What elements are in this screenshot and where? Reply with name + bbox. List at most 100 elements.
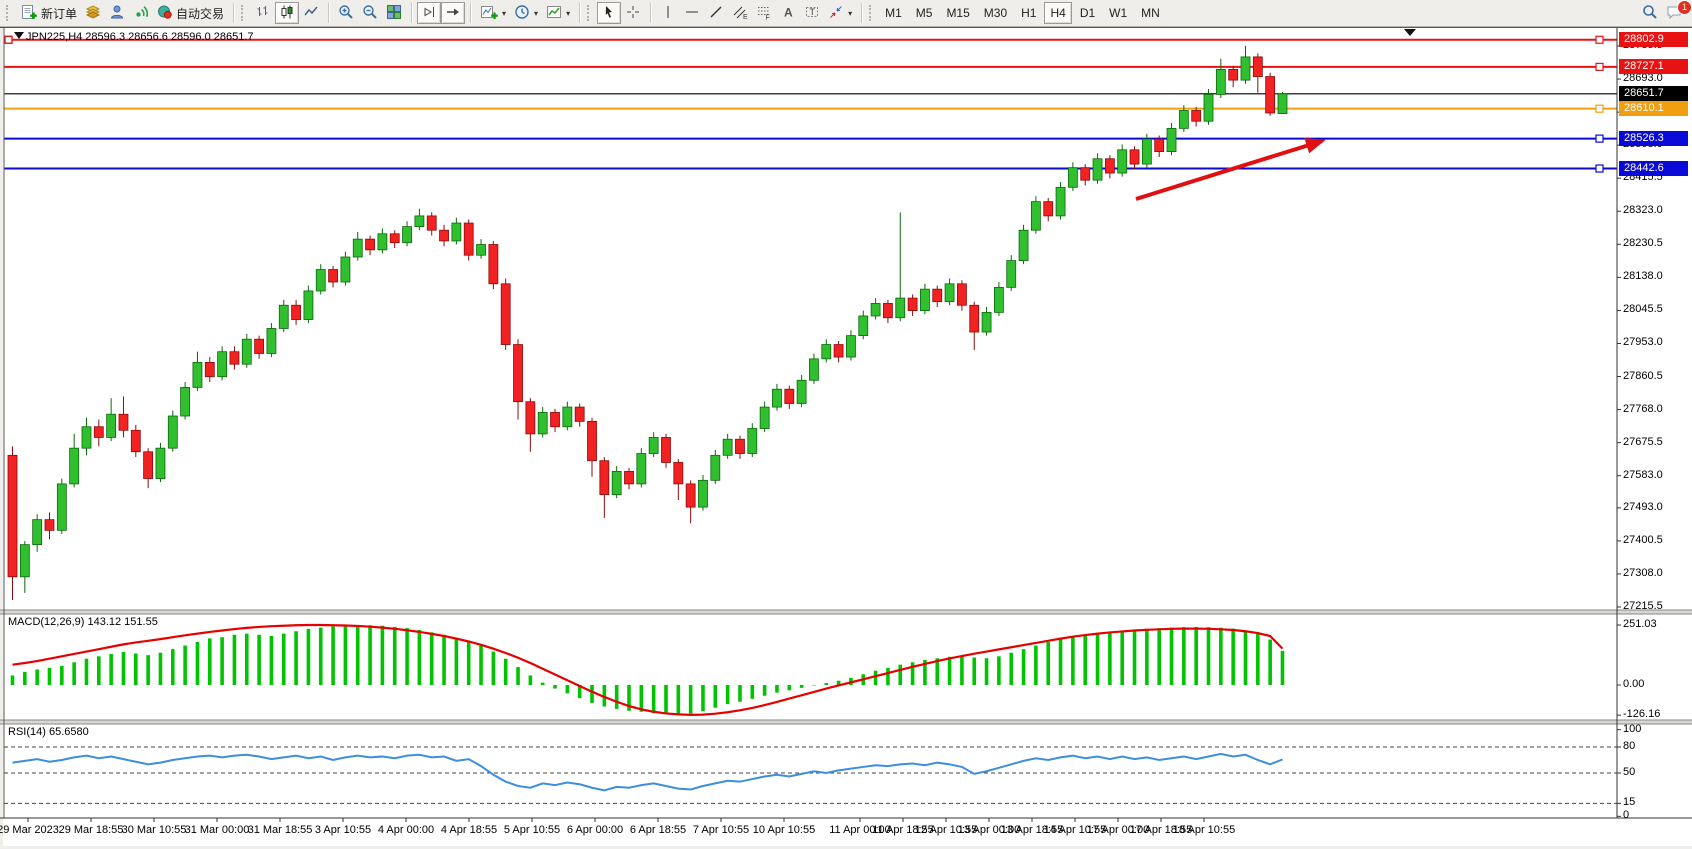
chevron-down-icon: ▾ — [534, 9, 538, 18]
new-order-button[interactable]: 新订单 — [16, 2, 81, 24]
profile-button[interactable] — [105, 2, 129, 24]
templates-button[interactable]: ▾ — [542, 2, 574, 24]
time-axis-label: 4 Apr 00:00 — [378, 824, 434, 836]
timeframe-m5-button[interactable]: M5 — [910, 2, 939, 24]
periods-button[interactable]: ▾ — [510, 2, 542, 24]
clock-icon — [514, 4, 530, 23]
toolbar-grip[interactable] — [869, 5, 875, 21]
timeframe-d1-button[interactable]: D1 — [1074, 2, 1101, 24]
notification-badge: 1 — [1677, 0, 1692, 15]
text-tool-button[interactable]: A — [776, 2, 800, 24]
toolbar-separator — [470, 3, 471, 23]
zoom-out-button[interactable] — [358, 2, 382, 24]
zoom-in-button[interactable] — [334, 2, 358, 24]
chevron-down-icon: ▾ — [502, 9, 506, 18]
auto-trading-button[interactable]: 自动交易 — [153, 2, 228, 24]
time-axis-label: 29 Mar 18:55 — [59, 824, 124, 836]
trendline-icon — [708, 4, 724, 23]
time-axis-label: 4 Apr 18:55 — [441, 824, 497, 836]
arrows-icon — [828, 4, 844, 23]
toolbar-grip[interactable] — [241, 5, 247, 21]
rsi-label: RSI(14) 65.6580 — [8, 726, 89, 738]
price-tick-label: 27400.5 — [1623, 534, 1663, 546]
macd-label: MACD(12,26,9) 143.12 151.55 — [8, 616, 158, 628]
text-label-tool-button[interactable]: T — [800, 2, 824, 24]
price-tick-label: 28138.0 — [1623, 270, 1663, 282]
channel-icon: E — [732, 4, 748, 23]
timeframe-m15-button[interactable]: M15 — [940, 2, 975, 24]
time-axis-label: 29 Mar 2023 — [0, 824, 59, 836]
chevron-down-icon: ▾ — [566, 9, 570, 18]
add-indicator-icon — [480, 4, 498, 23]
bar-chart-type-button[interactable] — [251, 2, 275, 24]
gold-layers-icon — [85, 4, 101, 23]
timeframe-m1-button[interactable]: M1 — [879, 2, 908, 24]
toolbar-separator — [579, 3, 580, 23]
price-tick-label: 27860.5 — [1623, 370, 1663, 382]
timeframe-m30-button[interactable]: M30 — [978, 2, 1013, 24]
price-tick-label: 27675.5 — [1623, 436, 1663, 448]
arrows-tool-button[interactable]: ▾ — [824, 2, 856, 24]
fibonacci-tool-button[interactable]: F — [752, 2, 776, 24]
zoom-in-icon — [338, 4, 354, 23]
timeframe-group: M1M5M15M30H1H4D1W1MN — [879, 2, 1166, 24]
hline-price-badge: 28442.6 — [1619, 161, 1688, 176]
svg-text:E: E — [743, 14, 748, 20]
auto-scroll-button[interactable] — [441, 2, 465, 24]
hline-price-badge: 28727.1 — [1619, 59, 1688, 74]
trading-terminal-window: 新订单 自动交易 — [0, 0, 1692, 849]
main-toolbar: 新订单 自动交易 — [0, 0, 1692, 27]
auto-trading-label: 自动交易 — [176, 5, 224, 22]
crosshair-tool-button[interactable] — [621, 2, 645, 24]
current-price-badge: 28651.7 — [1619, 86, 1688, 101]
time-axis-label: 3 Apr 10:55 — [315, 824, 371, 836]
price-tick-label: 27583.0 — [1623, 469, 1663, 481]
timeframe-mn-button[interactable]: MN — [1135, 2, 1166, 24]
cursor-tool-button[interactable] — [597, 2, 621, 24]
price-tick-label: 27215.5 — [1623, 600, 1663, 612]
candlestick-type-button[interactable] — [275, 2, 299, 24]
timeframe-h1-button[interactable]: H1 — [1015, 2, 1042, 24]
signals-button[interactable] — [129, 2, 153, 24]
hline-price-badge: 28610.1 — [1619, 101, 1688, 116]
trendline-tool-button[interactable] — [704, 2, 728, 24]
notifications-button[interactable]: 1 — [1662, 2, 1688, 24]
zoom-out-icon — [362, 4, 378, 23]
add-indicator-button[interactable]: ▾ — [476, 2, 510, 24]
toolbar-separator — [650, 3, 651, 23]
signal-waves-icon — [133, 4, 149, 23]
toolbar-separator — [328, 3, 329, 23]
vertical-line-tool-button[interactable] — [656, 2, 680, 24]
search-button[interactable] — [1638, 2, 1662, 24]
time-axis-label: 31 Mar 18:55 — [248, 824, 313, 836]
toolbar-grip[interactable] — [6, 5, 12, 21]
timeframe-h4-button[interactable]: H4 — [1044, 2, 1071, 24]
line-chart-type-button[interactable] — [299, 2, 323, 24]
vertical-line-icon — [660, 4, 676, 23]
time-axis-label: 30 Mar 10:55 — [122, 824, 187, 836]
price-tick-label: 27308.0 — [1623, 567, 1663, 579]
toolbar-grip[interactable] — [587, 5, 593, 21]
svg-text:A: A — [784, 5, 793, 19]
fibonacci-icon: F — [756, 4, 772, 23]
horizontal-line-tool-button[interactable] — [680, 2, 704, 24]
new-order-icon — [20, 4, 38, 23]
horizontal-line-icon — [684, 4, 700, 23]
time-axis-label: 5 Apr 10:55 — [504, 824, 560, 836]
tile-windows-icon — [386, 4, 402, 23]
price-tick-label: 28045.5 — [1623, 303, 1663, 315]
rsi-tick-label: 0 — [1623, 809, 1629, 821]
equidistant-channel-tool-button[interactable]: E — [728, 2, 752, 24]
toolbar-separator — [233, 3, 234, 23]
rsi-tick-label: 15 — [1623, 796, 1635, 808]
hline-price-badge: 28526.3 — [1619, 131, 1688, 146]
price-tick-label: 27493.0 — [1623, 501, 1663, 513]
timeframe-w1-button[interactable]: W1 — [1103, 2, 1133, 24]
market-depth-button[interactable] — [81, 2, 105, 24]
svg-text:T: T — [810, 7, 816, 17]
time-axis-label: 18 Apr 10:55 — [1173, 824, 1235, 836]
chart-shift-button[interactable] — [417, 2, 441, 24]
tile-windows-button[interactable] — [382, 2, 406, 24]
new-order-label: 新订单 — [41, 5, 77, 22]
time-axis-label: 6 Apr 18:55 — [630, 824, 686, 836]
